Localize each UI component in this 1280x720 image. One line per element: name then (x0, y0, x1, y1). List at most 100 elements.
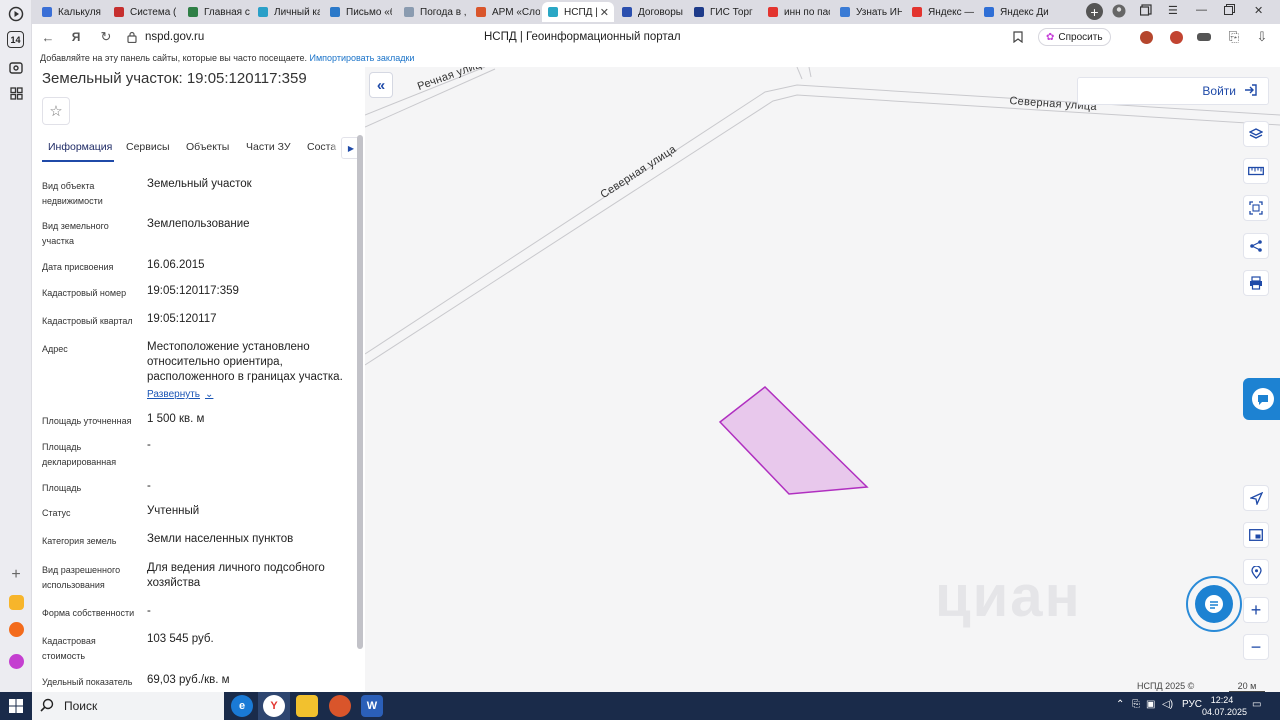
browser-tab[interactable]: Яндекс — (906, 2, 974, 22)
tab-manager-icon[interactable] (1139, 4, 1152, 19)
attribute-value: Земельный участок (147, 178, 252, 190)
browser-tab[interactable]: Главная с (182, 2, 250, 22)
attribute-value: Земли населенных пунктов (147, 533, 294, 545)
bookmarks-hint: Добавляйте на эту панель сайты, которые … (40, 53, 307, 63)
extension-icon[interactable] (1196, 29, 1212, 45)
add-icon[interactable]: + (7, 566, 25, 584)
attribute-label: Площадь уточненная (42, 416, 132, 426)
share-icon[interactable] (1243, 233, 1269, 259)
taskbar-clock[interactable]: 12:24 04.07.2025 (1202, 694, 1247, 718)
panel-scrollbar[interactable] (357, 135, 363, 649)
url-text[interactable]: nspd.gov.ru (145, 31, 204, 43)
notifications-icon[interactable]: ▭ (1252, 699, 1261, 710)
login-button[interactable]: Войти (1077, 77, 1269, 105)
tab-favicon (768, 7, 778, 17)
attribute-row: Кадастровая стоимость 103 545 руб. (42, 633, 342, 666)
taskbar-search[interactable]: Поиск (32, 692, 224, 720)
chat-button[interactable] (1186, 576, 1242, 632)
close-tab-icon[interactable]: ✕ (600, 6, 609, 19)
browser-tab[interactable]: Узнать ИН (834, 2, 902, 22)
print-icon[interactable] (1243, 270, 1269, 296)
yandex-market-icon[interactable] (7, 593, 25, 611)
ruler-icon[interactable] (1243, 158, 1269, 184)
yandex-browser-icon[interactable]: Y (263, 695, 285, 717)
land-parcel-polygon[interactable] (718, 386, 869, 495)
menu-icon[interactable]: ☰ (1168, 4, 1178, 17)
zoom-out-button[interactable]: − (1243, 634, 1269, 660)
new-tab-button[interactable]: + (1086, 3, 1103, 20)
browser-tab[interactable]: Договоры (616, 2, 684, 22)
zoom-in-button[interactable]: + (1243, 597, 1269, 623)
browser-tab[interactable]: Калькуля (36, 2, 104, 22)
browser-tab[interactable]: Письмо «б (324, 2, 392, 22)
browser-tab[interactable]: Погода в , (398, 2, 466, 22)
attribute-label: Вид земельного участка (42, 221, 109, 246)
extension-icon[interactable] (1138, 29, 1154, 45)
attribute-label: Адрес (42, 344, 68, 354)
restore-icon[interactable] (1224, 4, 1235, 18)
attribute-value: 69,03 руб./кв. м (147, 674, 230, 686)
attribute-value: - (147, 480, 151, 492)
browser-tab[interactable]: Система ( (108, 2, 176, 22)
import-bookmarks-link[interactable]: Импортировать закладки (310, 53, 415, 63)
browser-tab[interactable]: АРМ «Сло (470, 2, 540, 22)
back-icon[interactable]: ← (40, 29, 56, 45)
attribute-row: Площадь декларированная - (42, 439, 342, 472)
close-window-icon[interactable]: ✕ (1254, 4, 1263, 17)
edge-icon[interactable]: e (231, 695, 253, 717)
downloads-icon[interactable]: ⎘ (1226, 29, 1242, 45)
play-icon[interactable] (7, 5, 25, 23)
profile-icon[interactable] (1112, 4, 1126, 21)
download-arrow-icon[interactable]: ⇩ (1254, 29, 1270, 45)
tab-composition[interactable]: Соста (307, 141, 336, 153)
word-icon[interactable]: W (361, 695, 383, 717)
browser-tab[interactable]: ГИС Торг (688, 2, 756, 22)
tab-parcel-parts[interactable]: Части ЗУ (246, 141, 291, 153)
attribute-label: Вид разрешенного использования (42, 565, 121, 590)
area-select-icon[interactable] (1243, 195, 1269, 221)
minimize-icon[interactable]: — (1196, 4, 1207, 16)
expand-link[interactable]: Развернуть ⌄ (147, 387, 213, 402)
tray-chevron-icon[interactable]: ⌃ (1116, 699, 1124, 710)
collections-icon[interactable] (7, 58, 25, 76)
browser-tab-active[interactable]: НСПД | ✕ (542, 2, 614, 22)
tab-favicon (622, 7, 632, 17)
geo-search-icon[interactable] (1243, 559, 1269, 585)
bookmark-icon[interactable] (1010, 29, 1026, 45)
windows-start-icon[interactable] (9, 699, 23, 716)
map-view[interactable]: Речная улица Северная улица Северная ули… (365, 67, 1280, 692)
locate-me-icon[interactable] (1243, 485, 1269, 511)
yandex-icon[interactable]: Я (68, 29, 84, 45)
yandex-food-icon[interactable] (7, 620, 25, 638)
collapse-panel-button[interactable]: « (369, 72, 393, 98)
minimap-icon[interactable] (1243, 522, 1269, 548)
network-icon[interactable]: ⎘ (1132, 699, 1140, 710)
file-explorer-icon[interactable] (296, 695, 318, 717)
ethernet-icon[interactable]: ▣ (1146, 699, 1155, 710)
panel-tabs: Информация Сервисы Объекты Части ЗУ Сост… (42, 137, 361, 162)
tab-objects[interactable]: Объекты (186, 141, 229, 153)
attribute-row: Вид земельного участка Землепользование (42, 218, 342, 251)
extension-icon[interactable] (1168, 29, 1184, 45)
volume-icon[interactable]: ◁) (1162, 699, 1173, 710)
tab-services[interactable]: Сервисы (126, 141, 170, 153)
alice-icon[interactable] (7, 652, 25, 670)
browser-tab[interactable]: Личный ка (252, 2, 320, 22)
attribute-label: Площадь (42, 483, 82, 493)
browser-tab[interactable]: Яндекс Ди (978, 2, 1050, 22)
language-indicator[interactable]: РУС (1182, 699, 1202, 710)
ask-button[interactable]: ✿ Спросить (1038, 28, 1111, 46)
favorite-star-icon[interactable]: ☆ (42, 97, 70, 125)
lock-icon[interactable] (124, 29, 140, 45)
app-icon[interactable] (329, 695, 351, 717)
browser-tab[interactable]: инн по пас (762, 2, 830, 22)
parcel-info-panel: Земельный участок: 19:05:120117:359 ☆ Ин… (32, 67, 365, 692)
layers-icon[interactable] (1243, 121, 1269, 147)
tab-bar: Калькуля Система ( Главная с Личный ка П… (32, 0, 1280, 24)
tab-favicon (42, 7, 52, 17)
tab-count-badge[interactable]: 14 (7, 31, 24, 48)
feedback-tab[interactable] (1243, 378, 1280, 420)
apps-grid-icon[interactable] (7, 84, 25, 102)
reload-icon[interactable]: ↻ (98, 29, 114, 45)
tab-information[interactable]: Информация (48, 141, 112, 153)
